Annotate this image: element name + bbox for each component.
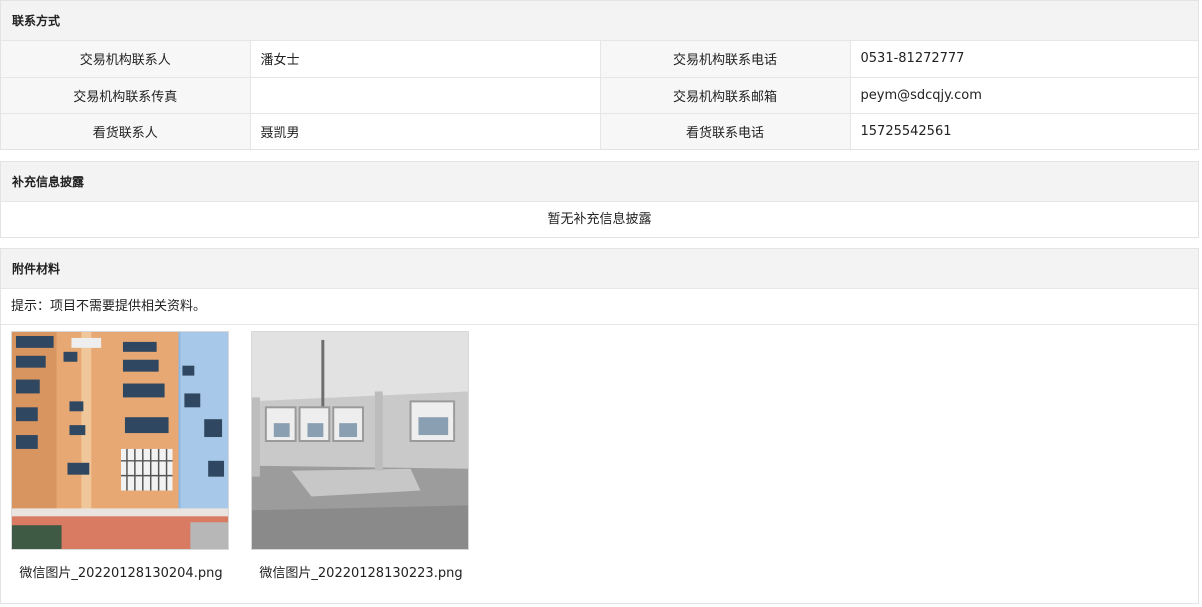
section-title: 附件材料 [1,249,1198,289]
attachments-hint: 提示：项目不需要提供相关资料。 [1,289,1198,325]
contact-value: 15725542561 [849,112,1198,149]
attachment-item[interactable]: 微信图片_20220128130223.png [251,331,471,581]
contact-label: 交易机构联系邮箱 [599,76,850,113]
contact-label: 交易机构联系传真 [1,76,250,113]
contact-value: 0531-81272777 [849,41,1198,77]
attachment-filename[interactable]: 微信图片_20220128130223.png [251,562,471,581]
contact-label: 看货联系电话 [599,112,850,149]
table-row: 看货联系人 聂凯男 看货联系电话 15725542561 [1,112,1198,149]
attachment-filename[interactable]: 微信图片_20220128130204.png [11,562,231,581]
room-interior-thumbnail[interactable] [251,331,469,550]
attachment-item[interactable]: 微信图片_20220128130204.png [11,331,231,581]
attachment-list: 微信图片_20220128130204.png 微信图片_20220128130… [1,325,1198,601]
section-title: 补充信息披露 [1,162,1198,202]
supplement-section: 补充信息披露 暂无补充信息披露 [0,161,1199,238]
section-title: 联系方式 [1,1,1198,41]
contact-table: 交易机构联系人 潘女士 交易机构联系电话 0531-81272777 交易机构联… [1,41,1198,149]
contact-label: 看货联系人 [1,112,250,149]
contact-section: 联系方式 交易机构联系人 潘女士 交易机构联系电话 0531-81272777 … [0,0,1199,150]
contact-label: 交易机构联系电话 [599,41,850,77]
table-row: 交易机构联系传真 交易机构联系邮箱 peym@sdcqjy.com [1,76,1198,113]
contact-value: 聂凯男 [249,112,600,149]
attachments-section: 附件材料 提示：项目不需要提供相关资料。 微信图片_20220128130204… [0,248,1199,604]
contact-value: 潘女士 [249,41,600,77]
empty-message: 暂无补充信息披露 [547,212,652,227]
contact-value [249,76,600,113]
contact-label: 交易机构联系人 [1,41,250,77]
table-row: 交易机构联系人 潘女士 交易机构联系电话 0531-81272777 [1,41,1198,77]
building-exterior-thumbnail[interactable] [11,331,229,550]
contact-value: peym@sdcqjy.com [849,76,1198,113]
